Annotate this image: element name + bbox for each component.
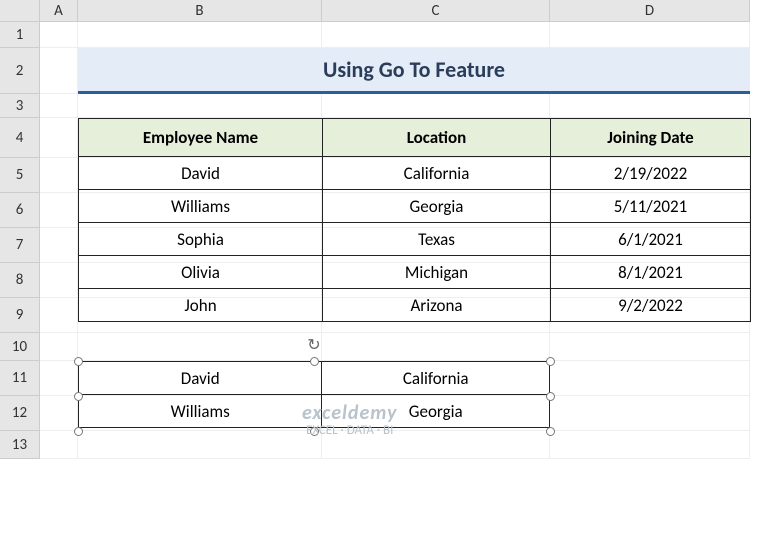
- employee-table: Employee NameLocationJoining DateDavidCa…: [78, 118, 751, 322]
- cell-A8[interactable]: [40, 263, 78, 298]
- select-all-corner[interactable]: [0, 0, 40, 22]
- cell-A13[interactable]: [40, 431, 78, 459]
- row-header-5[interactable]: 5: [0, 158, 40, 193]
- table-cell: 8/1/2021: [551, 256, 751, 289]
- table-cell: Arizona: [323, 289, 551, 322]
- cell-C1[interactable]: [322, 22, 550, 48]
- cell-A6[interactable]: [40, 193, 78, 228]
- cell-A7[interactable]: [40, 228, 78, 263]
- cell-D11[interactable]: [550, 361, 750, 396]
- table-header: Joining Date: [551, 119, 751, 157]
- row-header-13[interactable]: 13: [0, 431, 40, 459]
- table-cell: Sophia: [79, 223, 323, 256]
- row-header-7[interactable]: 7: [0, 228, 40, 263]
- watermark: exceldemy EXCEL · DATA · BI: [302, 402, 397, 438]
- selection-handle[interactable]: [310, 357, 319, 366]
- selection-handle[interactable]: [546, 392, 555, 401]
- cell-D10[interactable]: [550, 333, 750, 361]
- cell-B10[interactable]: [78, 333, 322, 361]
- table-row: WilliamsGeorgia5/11/2021: [79, 190, 751, 223]
- table-row: OliviaMichigan8/1/2021: [79, 256, 751, 289]
- table-cell: 9/2/2022: [551, 289, 751, 322]
- table-cell: Texas: [323, 223, 551, 256]
- table-cell: John: [79, 289, 323, 322]
- rotate-handle-icon[interactable]: ↻: [304, 335, 324, 355]
- cell-D3[interactable]: [550, 94, 750, 118]
- selection-handle[interactable]: [74, 392, 83, 401]
- cell-A2[interactable]: [40, 48, 78, 94]
- row-header-6[interactable]: 6: [0, 193, 40, 228]
- selection-handle[interactable]: [546, 357, 555, 366]
- row-header-2[interactable]: 2: [0, 48, 40, 94]
- table-header: Employee Name: [79, 119, 323, 157]
- title-banner: Using Go To Feature: [78, 48, 750, 94]
- cell-B13[interactable]: [78, 431, 322, 459]
- table-header: Location: [323, 119, 551, 157]
- picture-cell: California: [322, 362, 550, 395]
- table-cell: David: [79, 157, 323, 190]
- cell-D1[interactable]: [550, 22, 750, 48]
- table-cell: California: [323, 157, 551, 190]
- column-header-C[interactable]: C: [322, 0, 550, 22]
- selection-handle[interactable]: [74, 357, 83, 366]
- column-header-D[interactable]: D: [550, 0, 750, 22]
- row-header-3[interactable]: 3: [0, 94, 40, 118]
- table-row: JohnArizona9/2/2022: [79, 289, 751, 322]
- row-header-9[interactable]: 9: [0, 298, 40, 333]
- table-row: SophiaTexas6/1/2021: [79, 223, 751, 256]
- table-cell: 6/1/2021: [551, 223, 751, 256]
- cell-C10[interactable]: [322, 333, 550, 361]
- cell-A3[interactable]: [40, 94, 78, 118]
- cell-A5[interactable]: [40, 158, 78, 193]
- cell-D12[interactable]: [550, 396, 750, 431]
- table-cell: 2/19/2022: [551, 157, 751, 190]
- selection-handle[interactable]: [546, 427, 555, 436]
- cell-B3[interactable]: [78, 94, 322, 118]
- table-cell: Olivia: [79, 256, 323, 289]
- cell-B1[interactable]: [78, 22, 322, 48]
- cell-A11[interactable]: [40, 361, 78, 396]
- watermark-tagline: EXCEL · DATA · BI: [302, 424, 397, 438]
- cell-A4[interactable]: [40, 118, 78, 158]
- cell-D13[interactable]: [550, 431, 750, 459]
- table-cell: Michigan: [323, 256, 551, 289]
- row-header-12[interactable]: 12: [0, 396, 40, 431]
- picture-row: DavidCalifornia: [79, 362, 550, 395]
- cell-A1[interactable]: [40, 22, 78, 48]
- table-row: DavidCalifornia2/19/2022: [79, 157, 751, 190]
- table-cell: 5/11/2021: [551, 190, 751, 223]
- row-header-8[interactable]: 8: [0, 263, 40, 298]
- cell-A9[interactable]: [40, 298, 78, 333]
- table-cell: Georgia: [323, 190, 551, 223]
- selection-handle[interactable]: [74, 427, 83, 436]
- row-header-4[interactable]: 4: [0, 118, 40, 158]
- cell-A10[interactable]: [40, 333, 78, 361]
- title-text: Using Go To Feature: [323, 56, 505, 83]
- table-cell: Williams: [79, 190, 323, 223]
- row-header-11[interactable]: 11: [0, 361, 40, 396]
- picture-cell: Williams: [79, 395, 322, 428]
- picture-cell: David: [79, 362, 322, 395]
- row-header-10[interactable]: 10: [0, 333, 40, 361]
- column-header-B[interactable]: B: [78, 0, 322, 22]
- column-header-A[interactable]: A: [40, 0, 78, 22]
- row-header-1[interactable]: 1: [0, 22, 40, 48]
- watermark-brand: exceldemy: [302, 402, 397, 424]
- cell-A12[interactable]: [40, 396, 78, 431]
- cell-C3[interactable]: [322, 94, 550, 118]
